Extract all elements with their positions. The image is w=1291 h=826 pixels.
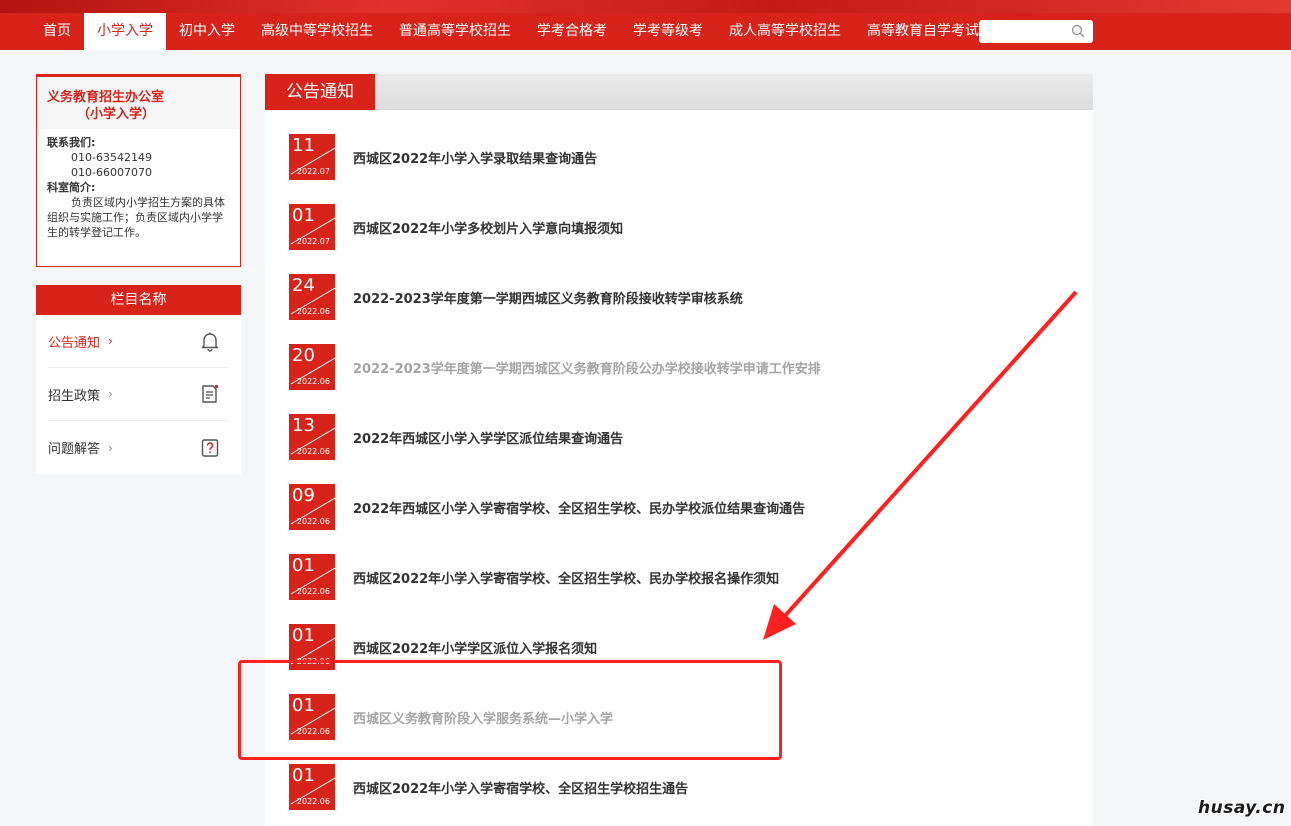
notice-row[interactable]: 01 2022.06 西城区2022年小学入学寄宿学校、全区招生学校、民办学校报名操… [289,554,1069,600]
notice-title-link[interactable]: 西城区2022年小学多校划片入学意向填报须知 [353,218,623,237]
notice-row[interactable]: 13 2022.06 2022年西城区小学入学学区派位结果查询通告 [289,414,1069,460]
office-title: 义务教育招生办公室 （小学入学） [37,77,240,129]
menu-item-label: 招生政策 [48,388,101,404]
intro-label: 科室简介: [47,181,96,194]
notice-title-link[interactable]: 西城区2022年小学学区派位入学报名须知 [353,638,597,657]
date-year-month: 2022.06 [296,587,330,596]
date-day: 13 [292,415,315,436]
date-year-month: 2022.06 [296,517,330,526]
date-year-month: 2022.07 [296,237,330,246]
office-title-line2: （小学入学） [77,107,156,122]
notice-row[interactable]: 24 2022.06 2022-2023学年度第一学期西城区义务教育阶段接收转学审核… [289,274,1069,320]
menu-item-faq[interactable]: 问题解答 › [48,421,229,474]
nav-item-college[interactable]: 普通高等学校招生 [386,13,524,50]
notice-title-link[interactable]: 西城区2022年小学入学寄宿学校、全区招生学校、民办学校报名操作须知 [353,568,779,587]
nav-item-junior-high[interactable]: 初中入学 [166,13,248,50]
date-badge: 11 2022.07 [289,134,335,180]
nav-item-primary-school[interactable]: 小学入学 [84,13,166,50]
date-day: 24 [292,275,315,296]
date-badge: 13 2022.06 [289,414,335,460]
nav-item-senior-high[interactable]: 高级中等学校招生 [248,13,386,50]
chevron-right-icon: › [108,334,113,348]
phone-number-1: 010-63542149 [71,151,152,164]
menu-item-label: 公告通知 [48,335,101,351]
date-badge: 09 2022.06 [289,484,335,530]
nav-item-academic-pass-exam[interactable]: 学考合格考 [524,13,620,50]
notice-panel-header: 公告通知 [265,74,1093,110]
office-info-card: 义务教育招生办公室 （小学入学） 联系我们: 010-63542149 010-… [36,74,241,267]
chevron-right-icon: › [108,387,113,401]
nav-item-academic-level-exam[interactable]: 学考等级考 [620,13,716,50]
search-input[interactable] [985,20,1070,43]
notice-title-link[interactable]: 2022年西城区小学入学寄宿学校、全区招生学校、民办学校派位结果查询通告 [353,498,805,517]
date-year-month: 2022.06 [296,797,330,806]
date-badge: 24 2022.06 [289,274,335,320]
date-year-month: 2022.06 [296,447,330,456]
date-year-month: 2022.06 [296,307,330,316]
office-details: 联系我们: 010-63542149 010-66007070 科室简介: 负责… [37,129,240,246]
question-icon [201,438,219,457]
menu-header: 栏目名称 [36,285,241,315]
notice-title-link[interactable]: 2022-2023学年度第一学期西城区义务教育阶段接收转学审核系统 [353,288,743,307]
office-title-line1: 义务教育招生办公室 [47,90,165,105]
document-icon [202,384,219,403]
menu-item-announcements[interactable]: 公告通知 › [48,315,229,368]
notice-row[interactable]: 01 2022.07 西城区2022年小学多校划片入学意向填报须知 [289,204,1069,250]
notice-title-link[interactable]: 西城区2022年小学入学寄宿学校、全区招生学校招生通告 [353,778,688,797]
notice-row[interactable]: 11 2022.07 西城区2022年小学入学录取结果查询通告 [289,134,1069,180]
notice-row[interactable]: 01 2022.06 西城区2022年小学入学寄宿学校、全区招生学校招生通告 [289,764,1069,810]
watermark: husay.cn [1198,798,1286,818]
main-nav: 首页 小学入学 初中入学 高级中等学校招生 普通高等学校招生 学考合格考 学考等… [30,13,992,50]
notice-title-link[interactable]: 2022-2023学年度第一学期西城区义务教育阶段公办学校接收转学申请工作安排 [353,358,821,377]
notice-title-link[interactable]: 西城区2022年小学入学录取结果查询通告 [353,148,597,167]
search-icon[interactable] [1071,24,1085,38]
notice-title-link[interactable]: 2022年西城区小学入学学区派位结果查询通告 [353,428,623,447]
notice-row[interactable]: 09 2022.06 2022年西城区小学入学寄宿学校、全区招生学校、民办学校派位结… [289,484,1069,530]
notice-row[interactable]: 20 2022.06 2022-2023学年度第一学期西城区义务教育阶段公办学校接收… [289,344,1069,390]
date-day: 01 [292,205,315,226]
nav-item-self-study-exam[interactable]: 高等教育自学考试 [854,13,992,50]
date-year-month: 2022.06 [296,377,330,386]
date-badge: 01 2022.07 [289,204,335,250]
menu-item-admission-policy[interactable]: 招生政策 › [48,368,229,421]
nav-item-home[interactable]: 首页 [30,13,84,50]
category-menu: 栏目名称 公告通知 › 招生政策 › 问题解答 › [36,285,241,474]
contact-label: 联系我们: [47,136,96,149]
date-badge: 01 2022.06 [289,554,335,600]
date-badge: 01 2022.06 [289,764,335,810]
intro-text: 负责区域内小学招生方案的具体组织与实施工作；负责区域内小学学生的转学登记工作。 [47,196,225,239]
search-box[interactable] [979,20,1093,43]
nav-item-adult-college[interactable]: 成人高等学校招生 [716,13,854,50]
date-badge: 20 2022.06 [289,344,335,390]
chevron-right-icon: › [108,440,113,455]
bell-icon [201,332,219,352]
date-day: 20 [292,345,315,366]
date-day: 11 [292,135,315,156]
date-year-month: 2022.07 [296,167,330,176]
header-banner-decoration [0,0,1291,13]
date-day: 01 [292,765,315,786]
date-day: 09 [292,485,315,506]
date-day: 01 [292,625,315,646]
top-nav-bar: 首页 小学入学 初中入学 高级中等学校招生 普通高等学校招生 学考合格考 学考等… [0,0,1291,50]
annotation-highlight-box [238,660,782,760]
phone-number-2: 010-66007070 [71,166,152,179]
date-day: 01 [292,555,315,576]
menu-item-label: 问题解答 [48,442,101,457]
notice-panel-title: 公告通知 [265,74,375,110]
